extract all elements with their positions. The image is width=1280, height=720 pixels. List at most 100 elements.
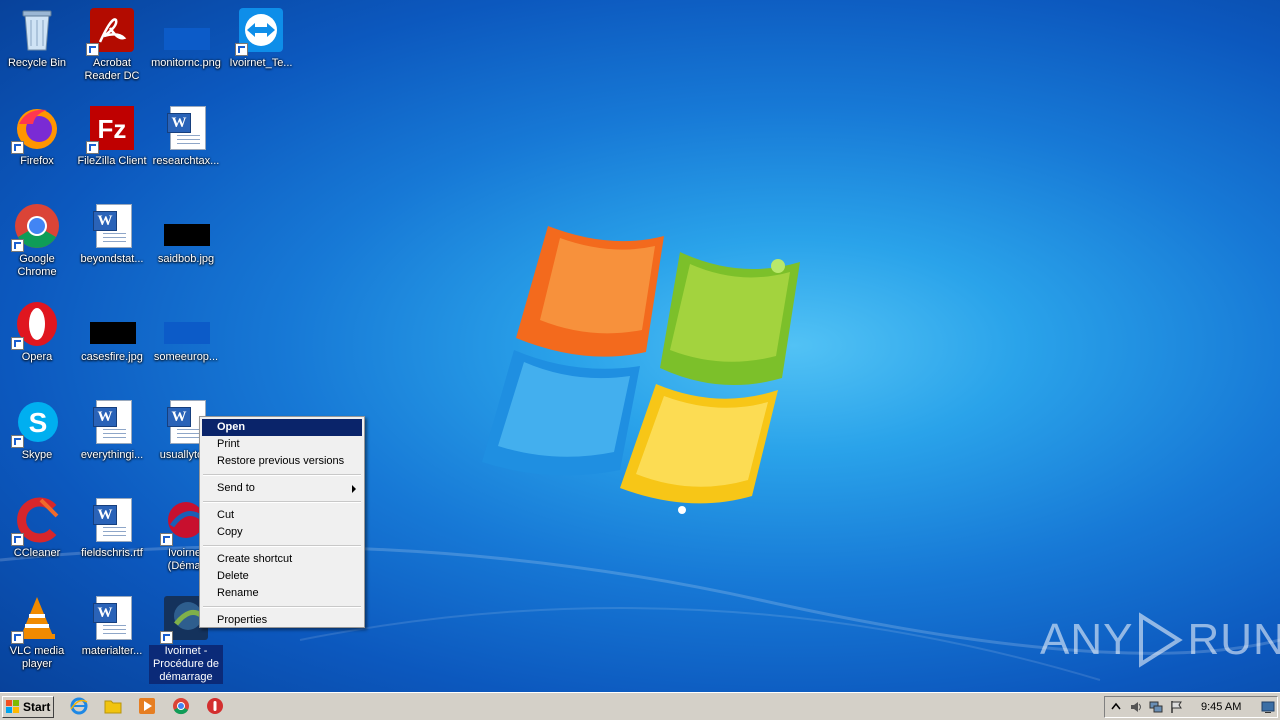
icon-label: CCleaner [13, 547, 61, 559]
network-icon[interactable] [1149, 700, 1163, 714]
word-document-icon: W [88, 398, 136, 446]
menu-separator [203, 545, 361, 547]
desktop-icon-saidbob[interactable]: saidbob.jpg [149, 200, 223, 266]
desktop-icon-casesfire[interactable]: casesfire.jpg [75, 298, 149, 364]
icon-label: fieldschris.rtf [81, 547, 143, 559]
vlc-icon [11, 594, 61, 644]
anyrun-watermark: ANY RUN [1040, 610, 1280, 670]
action-center-flag-icon[interactable] [1169, 700, 1183, 714]
svg-text:S: S [29, 407, 48, 438]
menu-item-copy[interactable]: Copy [202, 524, 362, 541]
menu-item-rename[interactable]: Rename [202, 585, 362, 602]
icon-label: casesfire.jpg [81, 351, 143, 363]
shortcut-arrow-icon [11, 631, 24, 644]
recycle-bin-icon [13, 6, 61, 54]
menu-item-restore-previous-versions[interactable]: Restore previous versions [202, 453, 362, 470]
internet-explorer-icon[interactable] [70, 697, 88, 715]
desktop-icon-ccleaner[interactable]: CCleaner [0, 494, 74, 560]
word-document-icon: W [88, 496, 136, 544]
desktop[interactable]: Recycle Bin Firefox Google Chrome Opera … [0, 0, 1280, 692]
desktop-icon-ivoirnet-teamviewer[interactable]: Ivoirnet_Te... [224, 4, 298, 70]
desktop-icon-filezilla[interactable]: Fz FileZilla Client [75, 102, 149, 168]
folder-icon[interactable] [104, 697, 122, 715]
shortcut-arrow-icon [235, 43, 248, 56]
show-desktop-icon[interactable] [1261, 700, 1275, 714]
menu-item-cut[interactable]: Cut [202, 507, 362, 524]
play-logo-icon [1139, 612, 1184, 668]
desktop-icon-opera[interactable]: Opera [0, 298, 74, 364]
menu-item-send-to[interactable]: Send to [202, 480, 362, 497]
desktop-icon-monitornc[interactable]: monitornc.png [149, 4, 223, 70]
shortcut-arrow-icon [11, 435, 24, 448]
shortcut-arrow-icon [11, 239, 24, 252]
ccleaner-icon [11, 496, 61, 546]
icon-label: Ivoirnet - Procédure de démarrage [149, 645, 223, 684]
icon-label: VLC media player [9, 645, 65, 670]
image-file-icon [162, 202, 210, 250]
desktop-icon-everythingi[interactable]: W everythingi... [75, 396, 149, 462]
shortcut-arrow-icon [86, 141, 99, 154]
menu-item-properties[interactable]: Properties [202, 612, 362, 629]
icon-label: Google Chrome [17, 253, 57, 278]
menu-item-print[interactable]: Print [202, 436, 362, 453]
start-button[interactable]: Start [2, 696, 54, 718]
menu-separator [203, 501, 361, 503]
icon-label: Opera [21, 351, 53, 363]
menu-item-create-shortcut[interactable]: Create shortcut [202, 551, 362, 568]
watermark-text-left: ANY [1040, 615, 1134, 664]
skype-icon: S [11, 398, 61, 448]
desktop-icon-researchtax[interactable]: W researchtax... [149, 102, 223, 168]
shortcut-arrow-icon [86, 43, 99, 56]
shortcut-arrow-icon [11, 533, 24, 546]
opera-icon [11, 300, 61, 350]
clock[interactable]: 9:45 AM [1201, 701, 1241, 713]
shortcut-arrow-icon [160, 533, 173, 546]
show-hidden-icons-icon[interactable] [1109, 700, 1123, 714]
taskbar: Start 9:45 AM [0, 692, 1280, 720]
image-file-icon [162, 300, 210, 348]
volume-icon[interactable] [1129, 700, 1143, 714]
svg-text:Fz: Fz [98, 114, 127, 144]
desktop-icon-vlc[interactable]: VLC media player [0, 592, 74, 671]
icon-label: materialter... [81, 645, 143, 657]
icon-label: beyondstat... [80, 253, 144, 265]
menu-item-delete[interactable]: Delete [202, 568, 362, 585]
desktop-icon-acrobat-reader[interactable]: Acrobat Reader DC [75, 4, 149, 83]
windows-flag-icon [6, 700, 19, 713]
chrome-icon [11, 202, 61, 252]
desktop-icon-firefox[interactable]: Firefox [0, 102, 74, 168]
icon-label: everythingi... [80, 449, 144, 461]
shortcut-arrow-icon [11, 337, 24, 350]
firefox-icon [11, 104, 61, 154]
desktop-icon-beyondstat[interactable]: W beyondstat... [75, 200, 149, 266]
icon-label: Firefox [20, 155, 54, 167]
word-document-icon: W [162, 104, 210, 152]
menu-separator [203, 474, 361, 476]
menu-item-open[interactable]: Open [202, 419, 362, 436]
icon-label: Acrobat Reader DC [84, 57, 140, 82]
icon-label: FileZilla Client [77, 155, 147, 167]
image-file-icon [88, 300, 136, 348]
stop-icon[interactable] [206, 697, 224, 715]
start-label: Start [23, 700, 51, 714]
word-document-icon: W [88, 202, 136, 250]
chrome-icon[interactable] [172, 697, 190, 715]
desktop-icon-recycle-bin[interactable]: Recycle Bin [0, 4, 74, 70]
icon-label: researchtax... [152, 155, 220, 167]
desktop-icon-someeurop[interactable]: someeurop... [149, 298, 223, 364]
desktop-icon-materialter[interactable]: W materialter... [75, 592, 149, 658]
icon-label: monitornc.png [151, 57, 221, 69]
shortcut-arrow-icon [11, 141, 24, 154]
desktop-icon-google-chrome[interactable]: Google Chrome [0, 200, 74, 279]
acrobat-icon [86, 6, 136, 56]
shortcut-arrow-icon [160, 631, 173, 644]
watermark-text-right: RUN [1187, 615, 1280, 664]
desktop-icon-fieldschris[interactable]: W fieldschris.rtf [75, 494, 149, 560]
teamviewer-icon [235, 6, 285, 56]
filezilla-icon: Fz [86, 104, 136, 154]
desktop-icon-skype[interactable]: S Skype [0, 396, 74, 462]
image-file-icon [162, 6, 210, 54]
icon-label: Ivoirnet_Te... [229, 57, 293, 69]
media-player-icon[interactable] [138, 697, 156, 715]
icon-label: saidbob.jpg [157, 253, 215, 265]
